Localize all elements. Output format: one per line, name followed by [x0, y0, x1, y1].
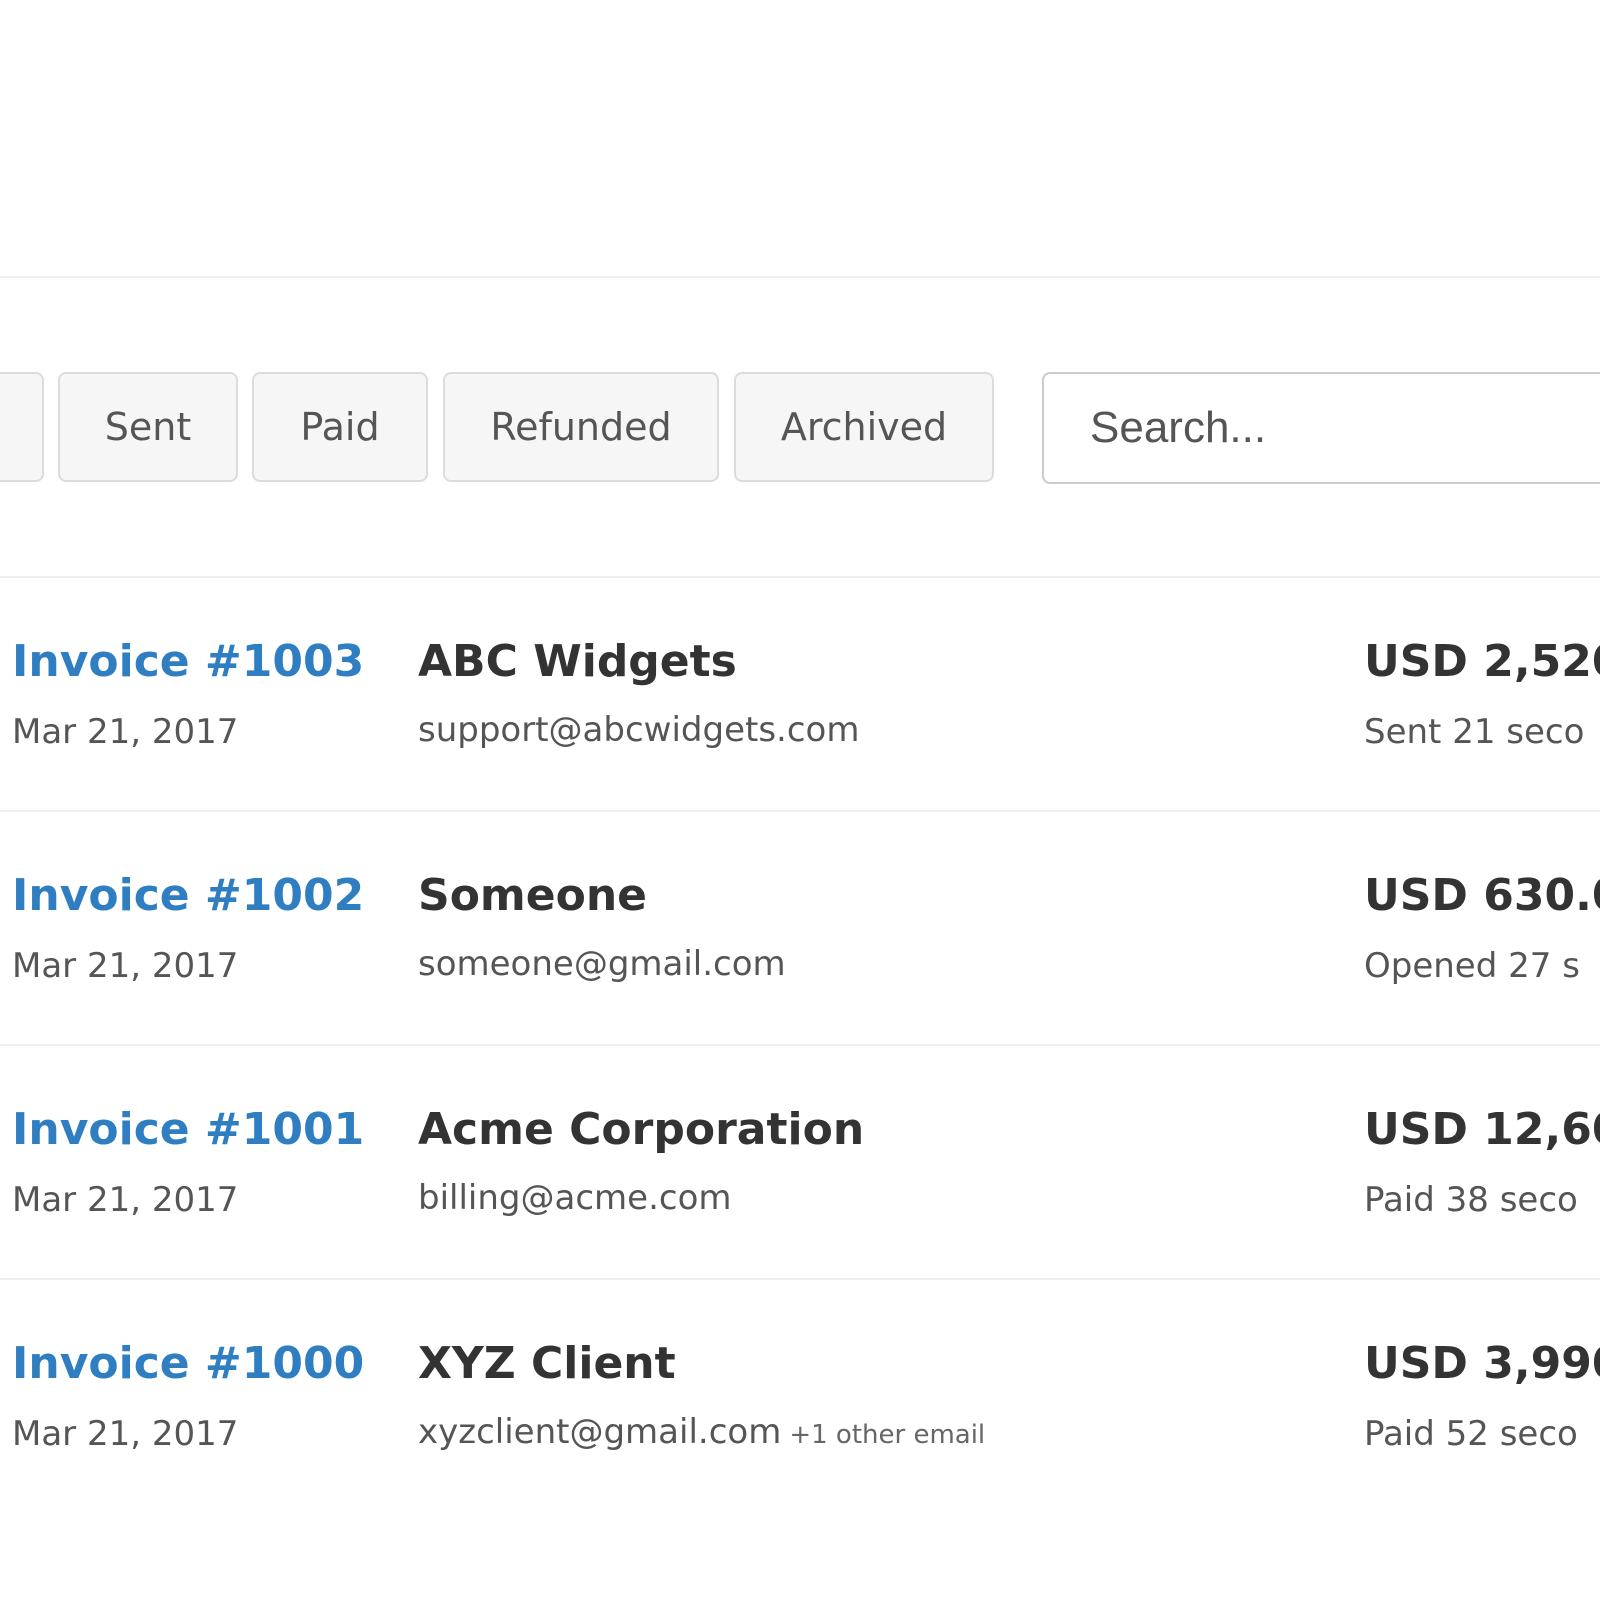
search-input[interactable] [1042, 372, 1600, 484]
invoice-status: Opened 27 s [1364, 946, 1580, 986]
filter-button-archived[interactable]: Archived [734, 372, 994, 482]
filter-button-paid[interactable]: Paid [252, 372, 428, 482]
invoice-date: Mar 21, 2017 [12, 712, 239, 752]
invoice-row[interactable]: Invoice #1003 Mar 21, 2017 ABC Widgets s… [0, 578, 1600, 812]
client-name: XYZ Client [418, 1338, 676, 1389]
invoice-row[interactable]: Invoice #1000 Mar 21, 2017 XYZ Client xy… [0, 1280, 1600, 1512]
invoice-amount: USD 2,520 [1364, 636, 1600, 687]
client-email: support@abcwidgets.com [418, 710, 859, 750]
invoice-status: Sent 21 seco [1364, 712, 1585, 752]
invoice-row[interactable]: Invoice #1002 Mar 21, 2017 Someone someo… [0, 812, 1600, 1046]
client-email: billing@acme.com [418, 1178, 732, 1218]
filter-button-all[interactable] [0, 372, 44, 482]
invoice-link[interactable]: Invoice #1002 [12, 870, 364, 921]
invoice-amount: USD 630.0 [1364, 870, 1600, 921]
invoice-amount: USD 12,60 [1364, 1104, 1600, 1155]
filter-button-refunded[interactable]: Refunded [443, 372, 719, 482]
invoice-link[interactable]: Invoice #1003 [12, 636, 364, 687]
invoice-list: Invoice #1003 Mar 21, 2017 ABC Widgets s… [0, 578, 1600, 1512]
invoice-link[interactable]: Invoice #1000 [12, 1338, 364, 1389]
client-email: someone@gmail.com [418, 944, 786, 984]
extra-email-count[interactable]: +1 other email [789, 1420, 985, 1450]
invoice-status: Paid 38 seco [1364, 1180, 1578, 1220]
client-email-address: someone@gmail.com [418, 944, 786, 984]
client-name: Acme Corporation [418, 1104, 865, 1155]
invoice-date: Mar 21, 2017 [12, 946, 239, 986]
client-email: xyzclient@gmail.com +1 other email [418, 1412, 985, 1452]
invoices-page: Sent Paid Refunded Archived Invoice #100… [0, 0, 1600, 1600]
client-email-address: support@abcwidgets.com [418, 710, 860, 750]
invoice-row[interactable]: Invoice #1001 Mar 21, 2017 Acme Corporat… [0, 1046, 1600, 1280]
invoice-date: Mar 21, 2017 [12, 1180, 239, 1220]
header-divider [0, 276, 1600, 278]
client-email-address: xyzclient@gmail.com [418, 1412, 782, 1452]
client-email-address: billing@acme.com [418, 1178, 732, 1218]
invoice-date: Mar 21, 2017 [12, 1414, 239, 1454]
invoice-amount: USD 3,990 [1364, 1338, 1600, 1389]
invoice-status: Paid 52 seco [1364, 1414, 1578, 1454]
filter-bar: Sent Paid Refunded Archived [0, 372, 1600, 486]
filter-button-sent[interactable]: Sent [58, 372, 238, 482]
client-name: ABC Widgets [418, 636, 737, 687]
client-name: Someone [418, 870, 648, 921]
invoice-link[interactable]: Invoice #1001 [12, 1104, 364, 1155]
